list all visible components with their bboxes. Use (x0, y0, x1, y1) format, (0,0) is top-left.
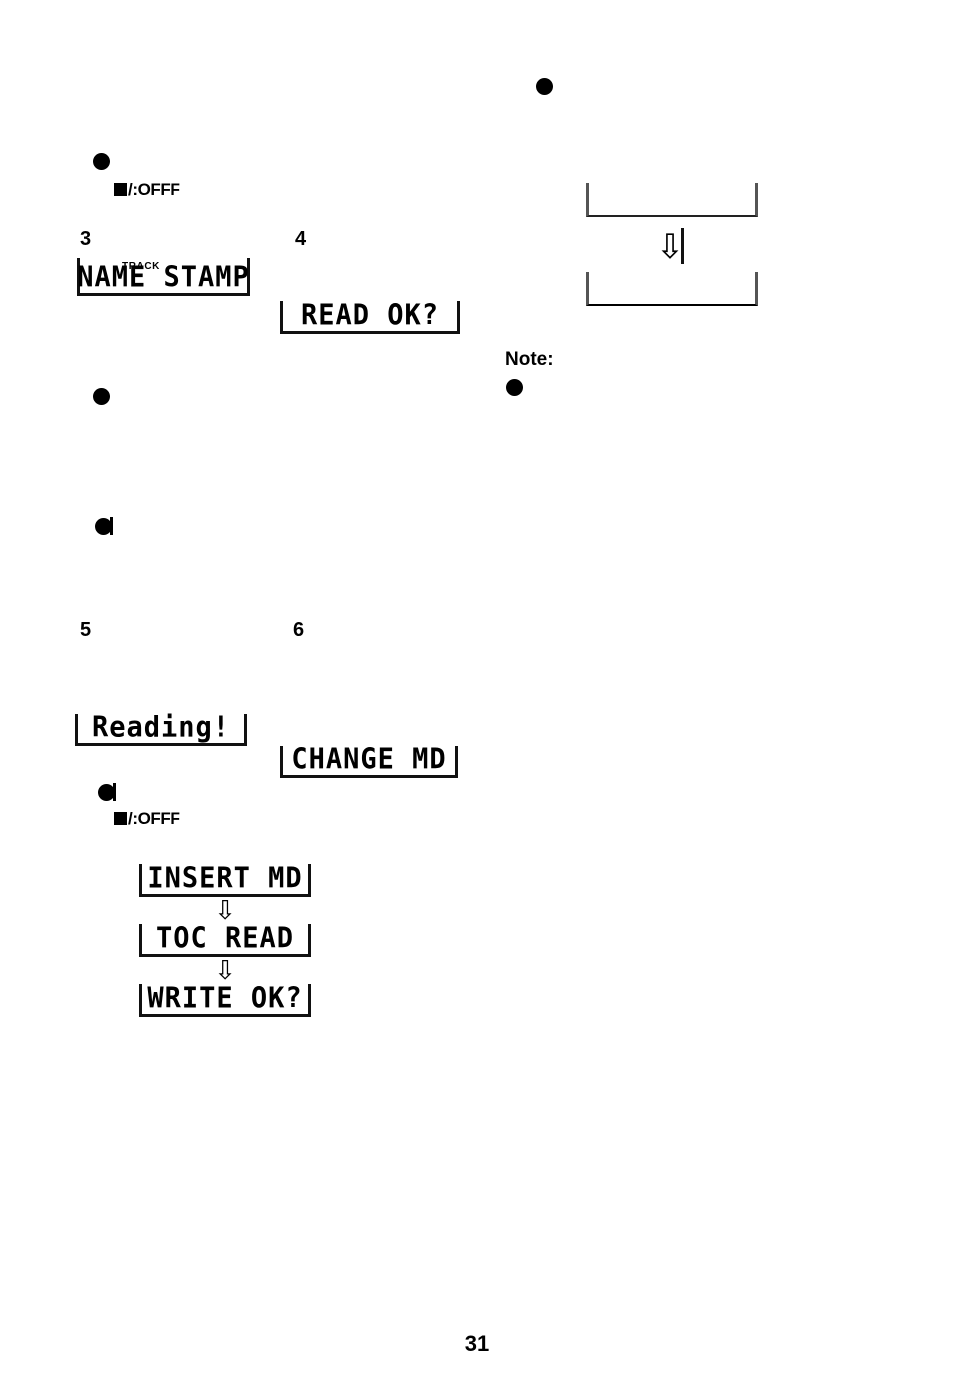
lcd-text-step-5: Reading! (91, 711, 231, 744)
lcd-display-top-right-lower (586, 272, 758, 306)
lcd-text-step-6: CHANGE MD (291, 743, 447, 776)
off-indicator-upper: /:OFFF (114, 181, 180, 198)
vertical-rule-top-right (681, 228, 684, 264)
bullet-top-right (536, 78, 553, 96)
lcd-display-write-ok: WRITE OK? (139, 984, 311, 1017)
step-number-6: 6 (293, 619, 305, 641)
step-number-5: 5 (80, 619, 92, 641)
filled-square-icon-lower (114, 812, 127, 825)
off-indicator-label: /:OFF (128, 180, 171, 199)
lcd-text-toc-read: TOC READ (155, 922, 295, 955)
lcd-display-insert-md: INSERT MD (139, 864, 311, 897)
bullet-mid-left (93, 388, 110, 406)
lcd-display-top-right-upper (586, 183, 758, 217)
bullet-mid-left-tick (95, 517, 113, 536)
lcd-text-insert-md: INSERT MD (147, 862, 303, 895)
lcd-display-step-3: TRACK NAME STAMP (77, 258, 250, 296)
down-arrow-icon-flow-1: ⇩ (214, 896, 236, 926)
lcd-text-step-4: READ OK? (300, 299, 440, 332)
document-page: /:OFFF 3 TRACK NAME STAMP 4 READ OK? ⇩ N… (0, 0, 954, 1380)
bullet-upper-left (93, 153, 110, 171)
lcd-display-step-4: READ OK? (280, 301, 460, 334)
lcd-display-step-6: CHANGE MD (280, 743, 458, 778)
step-number-4: 4 (295, 228, 307, 250)
bottom-flow-diagram: INSERT MD ⇩ TOC READ ⇩ WRITE OK? (139, 864, 311, 1017)
lcd-text-step-3: NAME STAMP (77, 261, 250, 294)
page-number: 31 (464, 1331, 490, 1356)
off-indicator-lower: /:OFFF (114, 810, 180, 827)
lcd-display-step-5: Reading! (75, 711, 247, 746)
off-indicator-label-tail-lower: F (170, 809, 181, 828)
note-heading: Note: (505, 349, 554, 370)
lcd-display-toc-read: TOC READ (139, 924, 311, 957)
step-number-3: 3 (80, 228, 92, 250)
off-indicator-label-tail: F (170, 180, 181, 199)
bullet-note (506, 379, 523, 397)
down-arrow-icon-flow-2: ⇩ (214, 956, 236, 986)
off-indicator-label-lower: /:OFF (128, 809, 171, 828)
filled-square-icon (114, 183, 127, 196)
bullet-lower-left-tick (98, 783, 116, 802)
lcd-text-write-ok: WRITE OK? (147, 982, 303, 1015)
